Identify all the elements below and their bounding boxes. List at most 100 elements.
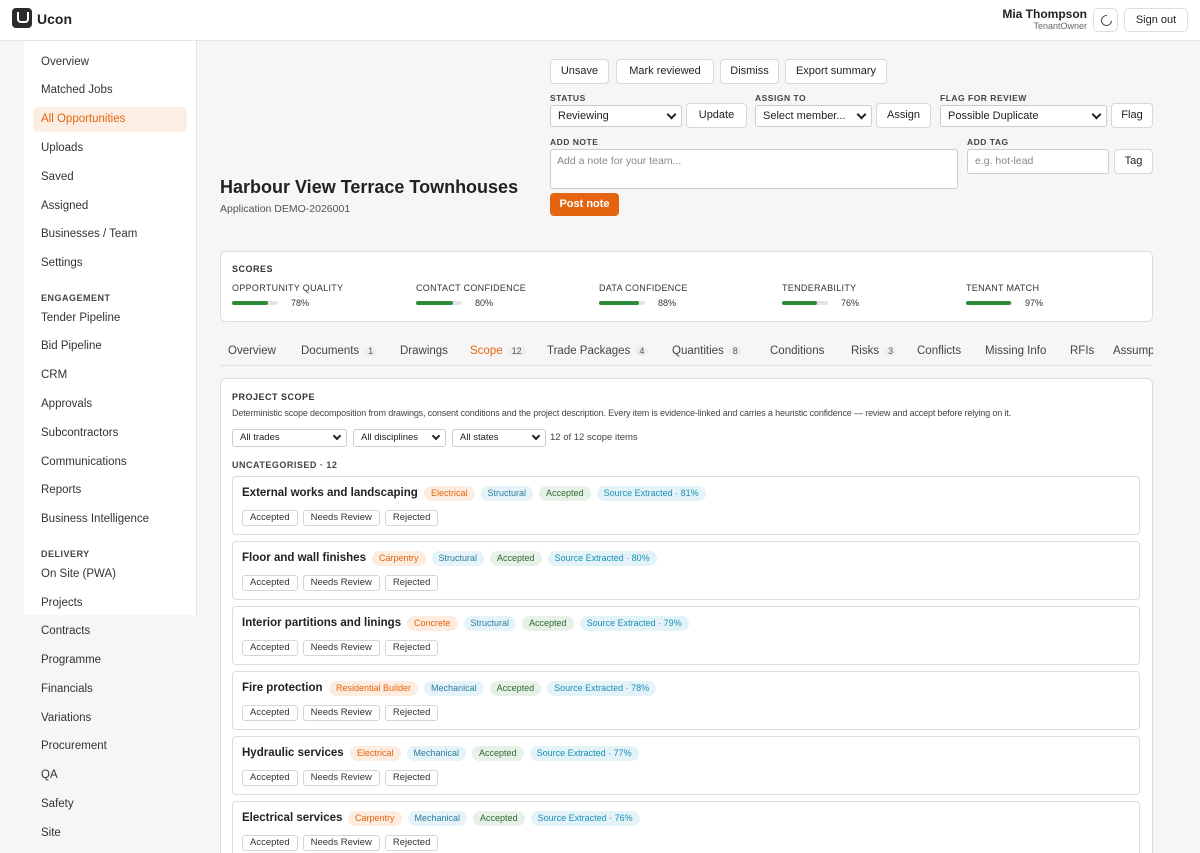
accepted-button[interactable]: Accepted <box>242 640 298 656</box>
sidebar-section-delivery: DELIVERY <box>41 549 90 559</box>
tab-missing-info[interactable]: Missing Info <box>985 345 1046 357</box>
scope-item-badges: Residential Builder Mechanical Accepted Sou… <box>329 681 657 696</box>
sidebar-item-procurement[interactable]: Procurement <box>33 734 187 759</box>
needs-review-button[interactable]: Needs Review <box>302 640 380 656</box>
post-note-button[interactable]: Post note <box>550 193 619 216</box>
tab-quantities[interactable]: Quantities 8 <box>672 345 742 357</box>
rejected-button[interactable]: Rejected <box>384 705 439 721</box>
tab-trade-packages[interactable]: Trade Packages 4 <box>547 345 649 357</box>
note-textarea[interactable]: Add a note for your team... <box>550 149 958 189</box>
sidebar-item-financials[interactable]: Financials <box>33 677 187 702</box>
sidebar-item-saved[interactable]: Saved <box>33 165 187 190</box>
score-bar-fill <box>966 301 1011 305</box>
sidebar-item-qa[interactable]: QA <box>33 763 187 788</box>
unsave-button[interactable]: Unsave <box>550 59 609 84</box>
sidebar-item-overview[interactable]: Overview <box>33 50 187 75</box>
accepted-button[interactable]: Accepted <box>242 770 298 786</box>
tab-assump[interactable]: Assump <box>1113 345 1153 357</box>
discipline-badge: Structural <box>480 486 534 501</box>
tab-documents[interactable]: Documents 1 <box>301 345 378 357</box>
sidebar-item-on-site-pwa[interactable]: On Site (PWA) <box>33 562 187 587</box>
trade-badge: Carpentry <box>348 811 402 826</box>
tab-conditions[interactable]: Conditions <box>770 345 824 357</box>
rejected-button[interactable]: Rejected <box>384 770 439 786</box>
dismiss-button[interactable]: Dismiss <box>720 59 779 84</box>
sidebar-item-business-intelligence[interactable]: Business Intelligence <box>33 507 187 532</box>
sidebar-item-assigned[interactable]: Assigned <box>33 194 187 219</box>
sidebar-item-projects[interactable]: Projects <box>33 591 187 616</box>
needs-review-button[interactable]: Needs Review <box>302 575 380 591</box>
tab-label: Scope <box>470 345 503 357</box>
sign-out-button[interactable]: Sign out <box>1124 8 1188 32</box>
sidebar-item-subcontractors[interactable]: Subcontractors <box>33 421 187 446</box>
app-logo-icon[interactable] <box>12 8 32 28</box>
scope-item-card[interactable]: External works and landscaping Electrical… <box>232 476 1140 535</box>
accepted-button[interactable]: Accepted <box>242 510 298 526</box>
status-label: STATUS <box>550 93 586 103</box>
theme-toggle-button[interactable] <box>1093 8 1118 32</box>
trade-filter-select[interactable]: All trades <box>232 429 347 447</box>
user-name: Mia Thompson <box>1002 7 1087 21</box>
trade-filter-value: All trades <box>240 432 280 443</box>
export-summary-button[interactable]: Export summary <box>785 59 887 84</box>
scope-item-card[interactable]: Interior partitions and linings Concrete S… <box>232 606 1140 665</box>
rejected-button[interactable]: Rejected <box>384 575 439 591</box>
tag-button[interactable]: Tag <box>1114 149 1153 174</box>
sidebar-item-reports[interactable]: Reports <box>33 478 187 503</box>
sidebar-item-uploads[interactable]: Uploads <box>33 136 187 161</box>
state-filter-select[interactable]: All states <box>452 429 546 447</box>
needs-review-button[interactable]: Needs Review <box>302 705 380 721</box>
assign-member-select[interactable]: Select member... <box>755 105 872 127</box>
scope-item-card[interactable]: Electrical services Carpentry Mechanical Ac… <box>232 801 1140 853</box>
sidebar-item-contracts[interactable]: Contracts <box>33 619 187 644</box>
needs-review-button[interactable]: Needs Review <box>302 770 380 786</box>
source-confidence-badge: Source Extracted · 79% <box>579 616 689 631</box>
chevron-down-icon <box>531 431 541 441</box>
tab-label: Assump <box>1113 345 1153 357</box>
sidebar-item-programme[interactable]: Programme <box>33 648 187 673</box>
status-badge: Accepted <box>489 681 542 696</box>
tag-input[interactable]: e.g. hot-lead <box>967 149 1109 174</box>
assign-label: ASSIGN TO <box>755 93 807 103</box>
tab-overview[interactable]: Overview <box>228 345 276 357</box>
accepted-button[interactable]: Accepted <box>242 575 298 591</box>
tab-risks[interactable]: Risks 3 <box>851 345 898 357</box>
scope-item-card[interactable]: Fire protection Residential Builder Mechan… <box>232 671 1140 730</box>
sidebar-item-communications[interactable]: Communications <box>33 450 187 475</box>
scope-item-card[interactable]: Floor and wall finishes Carpentry Structur… <box>232 541 1140 600</box>
sidebar-item-site[interactable]: Site <box>33 821 187 846</box>
rejected-button[interactable]: Rejected <box>384 835 439 851</box>
sidebar-item-bid-pipeline[interactable]: Bid Pipeline <box>33 334 187 359</box>
assign-button[interactable]: Assign <box>876 103 931 128</box>
sidebar-item-safety[interactable]: Safety <box>33 792 187 817</box>
update-status-button[interactable]: Update <box>686 103 747 128</box>
scope-item-actions: Accepted Needs Review Rejected <box>242 835 439 851</box>
mark-reviewed-button[interactable]: Mark reviewed <box>616 59 714 84</box>
scope-item-actions: Accepted Needs Review Rejected <box>242 705 439 721</box>
sidebar-item-approvals[interactable]: Approvals <box>33 392 187 417</box>
rejected-button[interactable]: Rejected <box>384 510 439 526</box>
tab-conflicts[interactable]: Conflicts <box>917 345 961 357</box>
scope-item-card[interactable]: Hydraulic services Electrical Mechanical Ac… <box>232 736 1140 795</box>
accepted-button[interactable]: Accepted <box>242 835 298 851</box>
sidebar-item-businesses-team[interactable]: Businesses / Team <box>33 222 187 247</box>
scope-item-badges: Carpentry Structural Accepted Source Extrac… <box>372 551 657 566</box>
sidebar-item-all-opportunities[interactable]: All Opportunities <box>33 107 187 132</box>
flag-reason-select[interactable]: Possible Duplicate <box>940 105 1107 127</box>
sidebar-item-settings[interactable]: Settings <box>33 251 187 276</box>
sidebar-item-tender-pipeline[interactable]: Tender Pipeline <box>33 306 187 331</box>
discipline-filter-select[interactable]: All disciplines <box>353 429 446 447</box>
needs-review-button[interactable]: Needs Review <box>302 835 380 851</box>
sidebar-item-crm[interactable]: CRM <box>33 363 187 388</box>
accepted-button[interactable]: Accepted <box>242 705 298 721</box>
tab-drawings[interactable]: Drawings <box>400 345 448 357</box>
needs-review-button[interactable]: Needs Review <box>302 510 380 526</box>
sidebar-item-variations[interactable]: Variations <box>33 706 187 731</box>
tab-rfis[interactable]: RFIs <box>1070 345 1094 357</box>
sidebar-item-matched-jobs[interactable]: Matched Jobs <box>33 78 187 103</box>
rejected-button[interactable]: Rejected <box>384 640 439 656</box>
flag-button[interactable]: Flag <box>1111 103 1153 128</box>
scope-title: PROJECT SCOPE <box>232 392 316 402</box>
status-select[interactable]: Reviewing <box>550 105 682 127</box>
tab-scope[interactable]: Scope 12 <box>470 345 526 357</box>
